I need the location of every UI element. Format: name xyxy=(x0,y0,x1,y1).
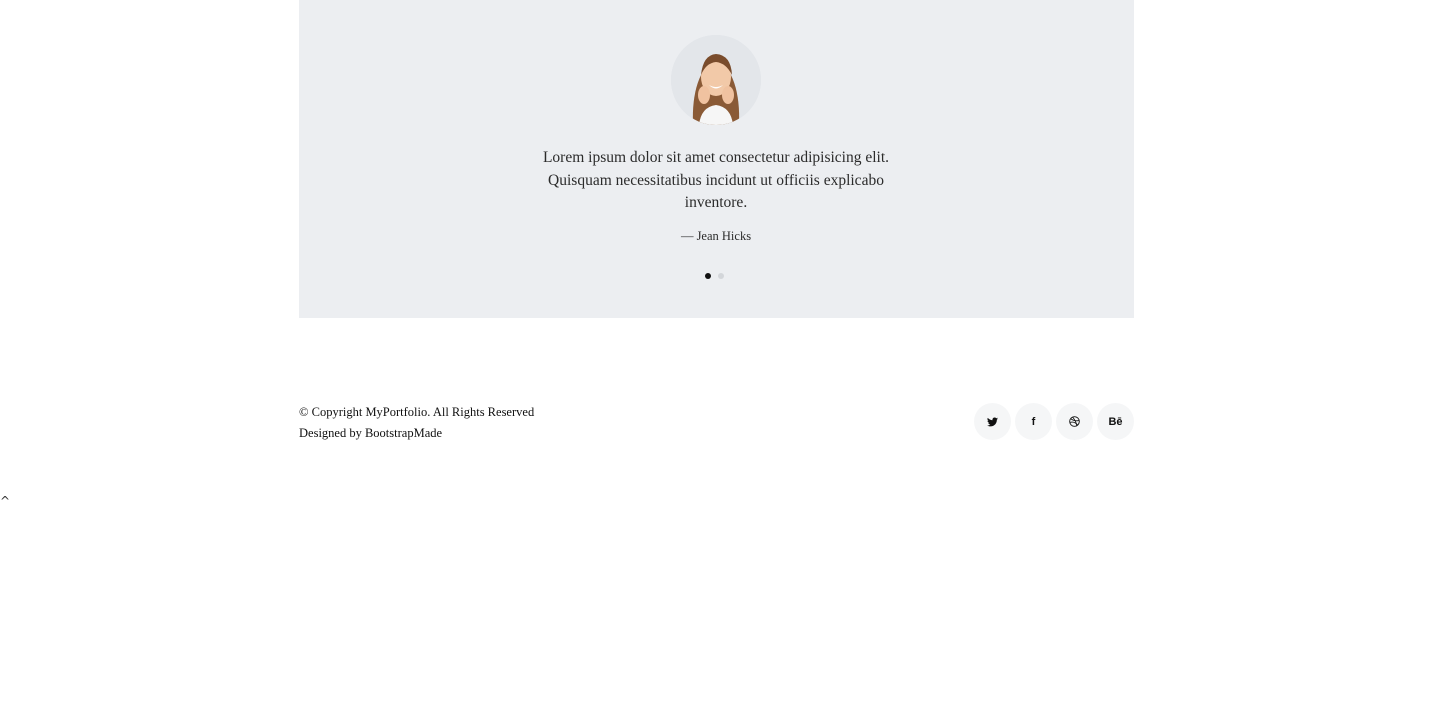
copyright-text: © Copyright MyPortfolio. All Rights Rese… xyxy=(299,405,535,419)
testimonial-author: — Jean Hicks xyxy=(680,229,752,243)
behance-icon: Bē xyxy=(1108,415,1123,428)
facebook-icon: f xyxy=(1031,415,1036,428)
footer-credits: © Copyright MyPortfolio. All Rights Rese… xyxy=(299,402,534,444)
twitter-icon xyxy=(987,416,998,426)
testimonial-avatar xyxy=(671,35,761,125)
dribbble-icon xyxy=(1069,416,1080,427)
footer: © Copyright MyPortfolio. All Rights Rese… xyxy=(299,400,1134,450)
facebook-button[interactable]: f xyxy=(1015,403,1052,440)
bootstrapmade-link[interactable]: BootstrapMade xyxy=(365,426,442,440)
behance-button[interactable]: Bē xyxy=(1097,403,1134,440)
carousel-pagination xyxy=(705,273,724,279)
carousel-dot-2[interactable] xyxy=(718,273,724,279)
social-links: f Bē xyxy=(974,403,1134,440)
chevron-up-icon: ^ xyxy=(0,494,11,508)
testimonial-quote: Lorem ipsum dolor sit amet consectetur a… xyxy=(542,149,890,211)
carousel-dot-1[interactable] xyxy=(705,273,711,279)
dribbble-button[interactable] xyxy=(1056,403,1093,440)
back-to-top-button[interactable]: ^ xyxy=(0,494,10,508)
twitter-button[interactable] xyxy=(974,403,1011,440)
avatar-image xyxy=(671,35,761,125)
testimonial-section: Lorem ipsum dolor sit amet consectetur a… xyxy=(299,0,1134,318)
designed-by: Designed by BootstrapMade xyxy=(299,423,534,444)
designed-by-label: Designed by xyxy=(299,426,365,440)
